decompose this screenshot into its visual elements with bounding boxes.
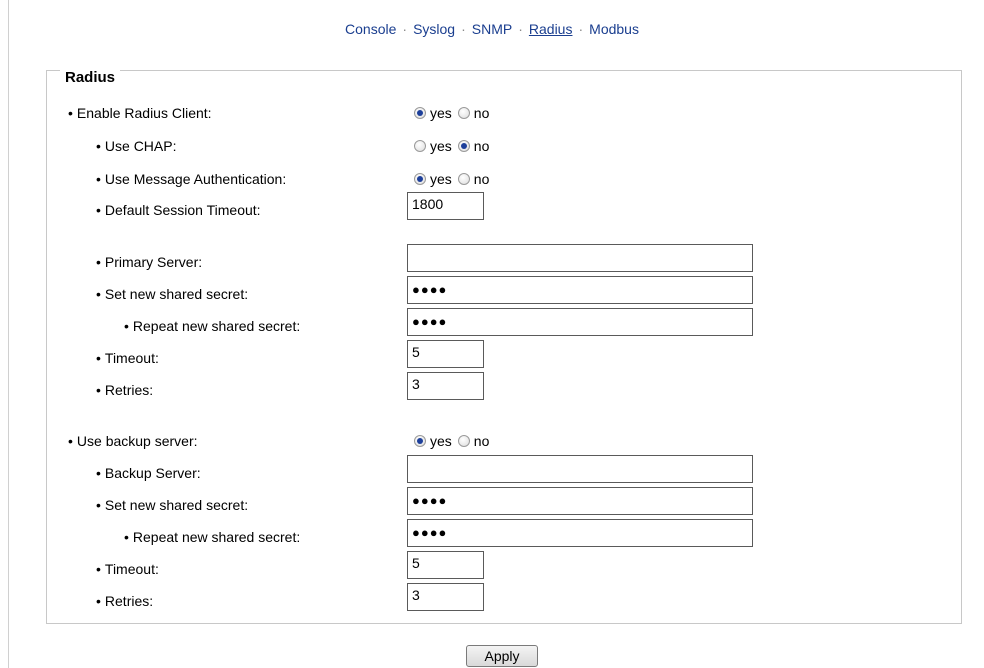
no-label: no — [473, 138, 490, 154]
use-backup-row: • Use backup server: yes no — [0, 429, 984, 453]
use-chap-radio-group: yes no — [414, 134, 495, 158]
use-chap-label: • Use CHAP: — [96, 138, 177, 154]
backup-secret-label: • Set new shared secret: — [96, 497, 249, 513]
primary-secret-input[interactable]: ●●●● — [407, 276, 753, 304]
use-chap-no-radio[interactable] — [457, 140, 470, 152]
primary-retries-input[interactable]: 3 — [407, 372, 484, 400]
use-chap-row: • Use CHAP: yes no — [0, 134, 984, 158]
session-timeout-label: • Default Session Timeout: — [96, 202, 261, 218]
no-label: no — [473, 171, 490, 187]
section-title: Radius — [60, 69, 121, 87]
nav-radius-link[interactable]: Radius — [529, 21, 573, 37]
backup-secret-repeat-input[interactable]: ●●●● — [407, 519, 753, 547]
nav-snmp-link[interactable]: SNMP — [472, 21, 512, 37]
enable-radius-label: • Enable Radius Client: — [68, 105, 212, 121]
backup-server-input[interactable] — [407, 455, 753, 483]
backup-server-label: • Backup Server: — [96, 465, 201, 481]
primary-secret-label: • Set new shared secret: — [96, 286, 249, 302]
backup-retries-input[interactable]: 3 — [407, 583, 484, 611]
backup-timeout-input[interactable]: 5 — [407, 551, 484, 579]
backup-secret-repeat-label: • Repeat new shared secret: — [124, 529, 301, 545]
nav-separator: · — [578, 21, 584, 37]
use-msg-auth-label: • Use Message Authentication: — [96, 171, 287, 187]
use-msg-auth-no-radio[interactable] — [457, 173, 470, 185]
enable-radius-yes-radio[interactable] — [414, 107, 426, 119]
use-msg-auth-radio-group: yes no — [414, 167, 495, 191]
backup-retries-label: • Retries: — [96, 593, 154, 609]
use-msg-auth-row: • Use Message Authentication: yes no — [0, 167, 984, 191]
top-nav: Console · Syslog · SNMP · Radius · Modbus — [0, 21, 984, 37]
primary-retries-label: • Retries: — [96, 382, 154, 398]
nav-modbus-link[interactable]: Modbus — [589, 21, 639, 37]
yes-label: yes — [430, 105, 452, 121]
session-timeout-input[interactable]: 1800 — [407, 192, 484, 220]
use-backup-yes-radio[interactable] — [414, 435, 426, 447]
no-label: no — [473, 433, 490, 449]
enable-radius-row: • Enable Radius Client: yes no — [0, 101, 984, 125]
yes-label: yes — [430, 171, 452, 187]
primary-secret-repeat-input[interactable]: ●●●● — [407, 308, 753, 336]
apply-button[interactable]: Apply — [466, 645, 538, 667]
backup-secret-input[interactable]: ●●●● — [407, 487, 753, 515]
primary-timeout-input[interactable]: 5 — [407, 340, 484, 368]
primary-secret-repeat-label: • Repeat new shared secret: — [124, 318, 301, 334]
use-backup-no-radio[interactable] — [457, 435, 470, 447]
primary-server-label: • Primary Server: — [96, 254, 203, 270]
nav-separator: · — [461, 21, 466, 37]
use-backup-label: • Use backup server: — [68, 433, 198, 449]
enable-radius-no-radio[interactable] — [457, 107, 470, 119]
use-backup-radio-group: yes no — [414, 429, 495, 453]
nav-separator: · — [518, 21, 523, 37]
nav-separator: · — [402, 21, 408, 37]
primary-timeout-label: • Timeout: — [96, 350, 159, 366]
use-msg-auth-yes-radio[interactable] — [414, 173, 426, 185]
enable-radius-radio-group: yes no — [414, 101, 495, 125]
yes-label: yes — [430, 138, 452, 154]
nav-syslog-link[interactable]: Syslog — [413, 21, 455, 37]
primary-server-input[interactable] — [407, 244, 753, 272]
backup-timeout-label: • Timeout: — [96, 561, 159, 577]
yes-label: yes — [430, 433, 452, 449]
no-label: no — [473, 105, 490, 121]
use-chap-yes-radio[interactable] — [414, 140, 426, 152]
nav-console-link[interactable]: Console — [345, 21, 396, 37]
